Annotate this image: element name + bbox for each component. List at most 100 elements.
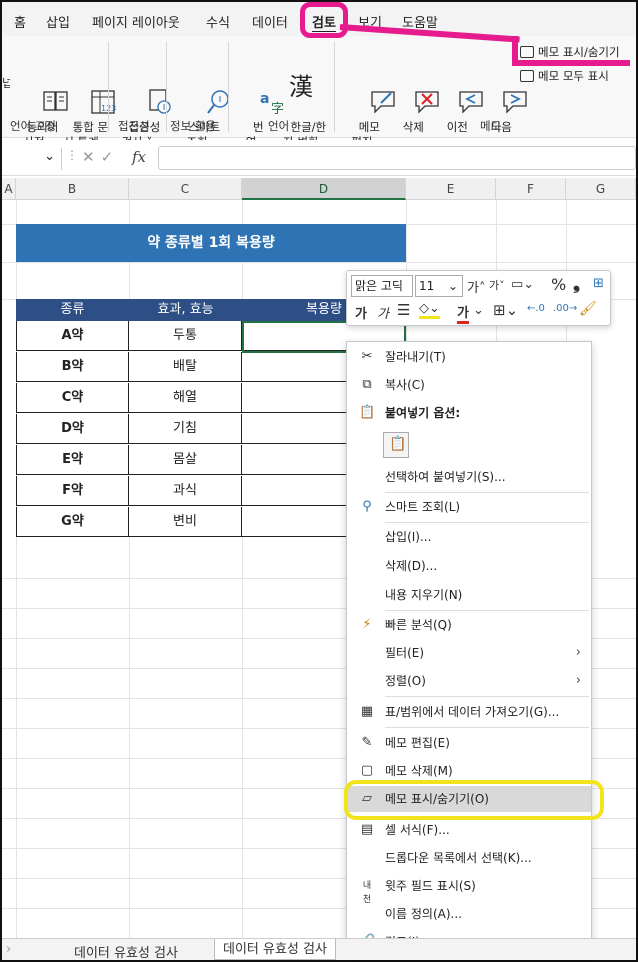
chevron-down-icon: ⌄ xyxy=(44,149,55,164)
menu-item-copy[interactable]: ⧉ 복사(C) xyxy=(347,372,591,398)
smart-lookup-icon xyxy=(182,72,229,114)
quick-analysis-icon: ⚡ xyxy=(362,617,372,632)
menu-item-quick-analysis[interactable]: ⚡ 빠른 분석(Q) xyxy=(347,612,591,638)
menu-item-label: 내용 지우기(N) xyxy=(385,588,463,602)
accessibility-icon xyxy=(122,72,171,114)
highlight-underline xyxy=(518,60,630,66)
menu-item-label: 이름 정의(A)... xyxy=(385,907,462,921)
shrink-font-button[interactable]: 가˅ xyxy=(489,277,505,293)
menu-item-cut[interactable]: ✂ 잘라내기(T) xyxy=(347,344,591,370)
column-header-d[interactable]: D xyxy=(242,178,406,200)
chevron-down-icon: ⌄ xyxy=(473,303,484,318)
table-cell-effect[interactable]: 몸살 xyxy=(129,445,242,475)
percent-style-button[interactable]: % xyxy=(551,275,566,294)
delete-note-button[interactable]: 삭제 xyxy=(386,42,439,150)
format-painter-icon[interactable]: 🖌 xyxy=(579,301,597,317)
menu-item-filter[interactable]: 필터(E) › xyxy=(347,640,591,666)
wrap-format-icon[interactable]: ⊞ xyxy=(593,276,604,291)
bold-button[interactable]: 가 xyxy=(355,303,367,322)
cut-off-button[interactable]: 넙 xyxy=(2,76,10,91)
italic-button[interactable]: 가 xyxy=(377,303,389,322)
menu-item-smart-lookup[interactable]: ⚲ 스마트 조회(L) xyxy=(347,494,591,520)
menu-item-label: 셀 서식(F)... xyxy=(385,823,450,837)
grow-font-button[interactable]: 가˄ xyxy=(467,277,485,296)
decrease-decimal-icon[interactable]: .00→ xyxy=(553,303,577,314)
menu-item-clear-contents[interactable]: 내용 지우기(N) xyxy=(347,582,591,608)
previous-note-button[interactable]: 이전 xyxy=(430,42,483,150)
tab-formulas[interactable]: 수식 xyxy=(206,12,230,31)
table-cell-kind[interactable]: E약 xyxy=(16,445,129,475)
comma-style-button[interactable]: ❟ xyxy=(573,273,580,294)
menu-item-pick-from-list[interactable]: 드롭다운 목록에서 선택(K)... xyxy=(347,845,591,871)
tab-home[interactable]: 홈 xyxy=(14,12,26,31)
paste-button[interactable]: 📋 xyxy=(383,432,409,458)
column-header-g[interactable]: G xyxy=(566,178,636,200)
tab-data[interactable]: 데이터 xyxy=(252,12,288,31)
next-note-icon xyxy=(479,72,527,114)
menu-item-format-cells[interactable]: ▤ 셀 서식(F)... xyxy=(347,817,591,843)
table-cell-kind[interactable]: D약 xyxy=(16,414,129,444)
tab-insert[interactable]: 삽입 xyxy=(46,12,70,31)
sheet-title[interactable]: 약 종류별 1회 복용량 xyxy=(16,224,406,262)
chevron-right-icon[interactable]: › xyxy=(6,942,11,957)
sheet-tab-active[interactable]: 데이터 유효성 검사 xyxy=(214,939,336,960)
name-box[interactable]: ⌄ xyxy=(4,148,62,170)
table-cell-effect[interactable]: 과식 xyxy=(129,476,242,506)
table-cell-effect[interactable]: 배탈 xyxy=(129,352,242,382)
font-size-value: 11 xyxy=(419,279,435,293)
group-notes-label: 메모 xyxy=(480,119,502,133)
menu-item-get-data[interactable]: ▦ 표/범위에서 데이터 가져오기(G)... xyxy=(347,699,591,725)
highlight-review-tab xyxy=(300,2,348,38)
fill-color-icon[interactable]: ◇⌄ xyxy=(419,301,440,319)
group-insights-label: 정보 활용 xyxy=(170,119,216,133)
formula-input[interactable] xyxy=(158,146,636,170)
font-size-select[interactable]: 11 ⌄ xyxy=(415,275,463,297)
tab-page-layout[interactable]: 페이지 레이아웃 xyxy=(92,12,180,31)
menu-item-phonetic-field[interactable]: 내천 윗주 필드 표시(S) xyxy=(347,873,591,905)
column-header-b[interactable]: B xyxy=(16,178,129,200)
menu-separator xyxy=(385,696,589,697)
table-cell-effect[interactable]: 변비 xyxy=(129,507,242,537)
chevron-right-icon: › xyxy=(575,673,581,688)
table-cell-effect[interactable]: 두통 xyxy=(129,321,242,351)
table-cell-kind[interactable]: F약 xyxy=(16,476,129,506)
edit-note-icon: ✎ xyxy=(361,735,373,750)
table-cell-effect[interactable]: 해열 xyxy=(129,383,242,413)
ribbon-separator xyxy=(166,42,167,132)
align-center-icon[interactable]: ☰ xyxy=(397,301,410,319)
increase-decimal-icon[interactable]: ←.0 xyxy=(527,303,545,314)
menu-item-define-name[interactable]: 이름 정의(A)... xyxy=(347,901,591,927)
menu-separator xyxy=(385,727,589,728)
column-header-c[interactable]: C xyxy=(129,178,242,200)
borders-icon[interactable]: ⊞⌄ xyxy=(493,301,518,319)
column-header-a[interactable]: A xyxy=(2,178,16,200)
menu-item-label: 삭제(D)... xyxy=(385,559,438,573)
group-proofing-label: 언어 교정 xyxy=(10,119,56,133)
menu-item-insert[interactable]: 삽입(I)... xyxy=(347,524,591,550)
show-all-notes-button[interactable]: 메모 모두 표시 xyxy=(520,68,609,84)
table-cell-kind[interactable]: G약 xyxy=(16,507,129,537)
column-header-f[interactable]: F xyxy=(496,178,566,200)
menu-item-paste-special[interactable]: 선택하여 붙여넣기(S)... xyxy=(347,464,591,490)
clipboard-icon: 📋 xyxy=(359,405,376,420)
table-cell-kind[interactable]: B약 xyxy=(16,352,129,382)
menu-item-delete[interactable]: 삭제(D)... xyxy=(347,553,591,579)
show-hide-note-button[interactable]: 메모 표시/숨기기 xyxy=(520,44,620,60)
menu-item-label: 빠른 분석(Q) xyxy=(385,618,452,632)
hanja-icon: 漢 xyxy=(289,73,313,101)
font-color-button[interactable]: 가 xyxy=(457,302,469,324)
currency-format-icon[interactable]: ▭⌄ xyxy=(511,277,534,292)
table-header-effect[interactable]: 효과, 효능 xyxy=(129,299,242,321)
font-name-value: 맑은 고딕 xyxy=(355,279,403,293)
table-cell-kind[interactable]: C약 xyxy=(16,383,129,413)
table-cell-effect[interactable]: 기침 xyxy=(129,414,242,444)
sheet-tab[interactable]: 데이터 유효성 검사 xyxy=(74,942,178,961)
more-icon: ⋮ xyxy=(66,148,78,162)
menu-item-edit-note[interactable]: ✎ 메모 편집(E) xyxy=(347,730,591,756)
table-cell-kind[interactable]: A약 xyxy=(16,321,129,351)
insert-function-button[interactable]: fx xyxy=(132,148,146,166)
menu-item-sort[interactable]: 정렬(O) › xyxy=(347,668,591,694)
font-name-select[interactable]: 맑은 고딕 xyxy=(351,275,413,297)
table-header-kind[interactable]: 종류 xyxy=(16,299,129,321)
column-header-e[interactable]: E xyxy=(406,178,496,200)
